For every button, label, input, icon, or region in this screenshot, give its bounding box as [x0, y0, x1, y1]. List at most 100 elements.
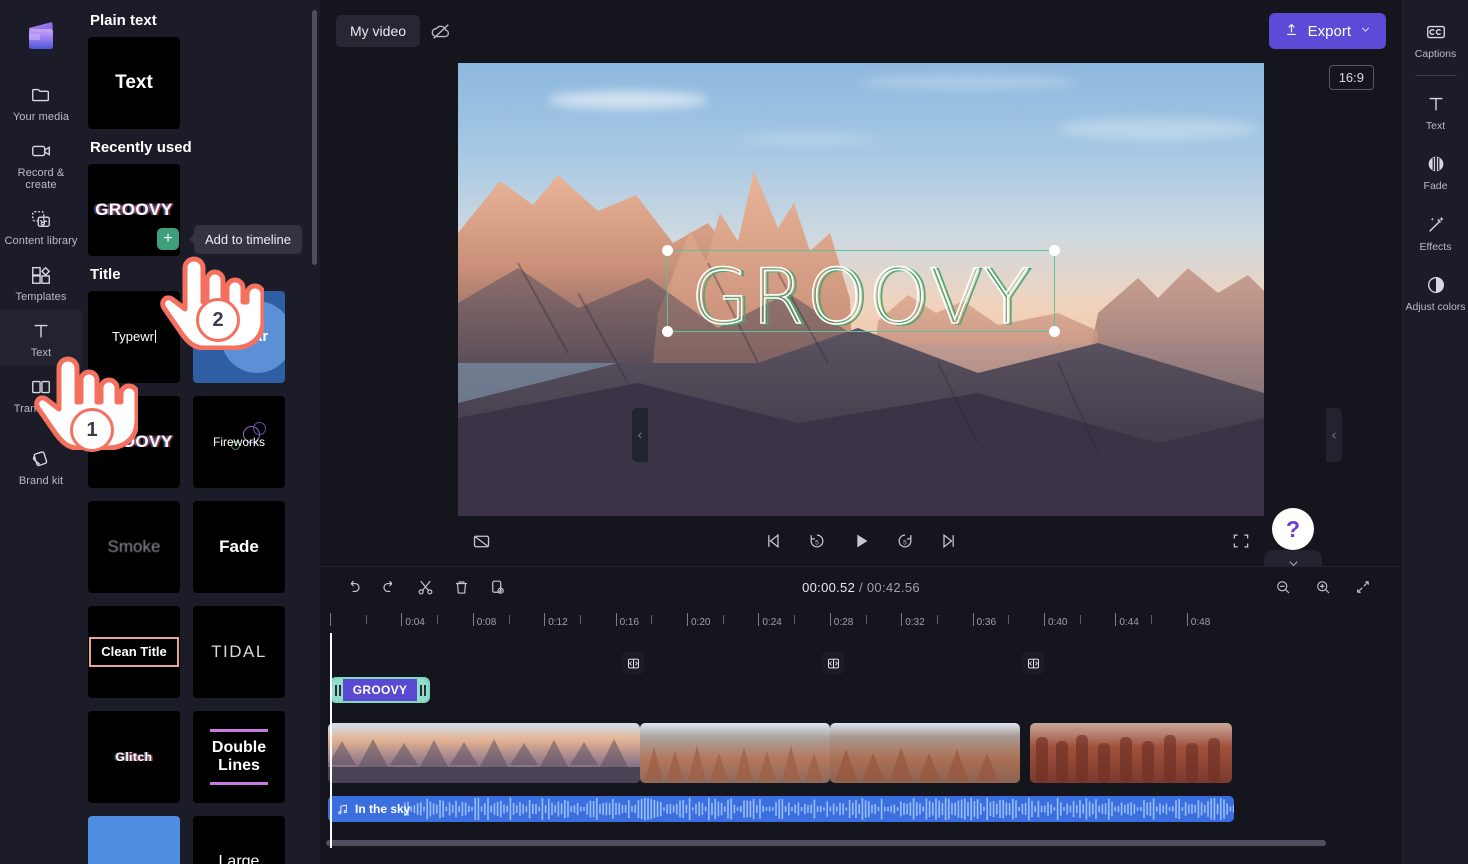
ruler-tick [615, 613, 617, 626]
collapse-right-panel-button[interactable] [1326, 408, 1342, 462]
title-card-typewriter[interactable]: Typewr [88, 291, 180, 383]
play-button[interactable] [848, 528, 874, 554]
fullscreen-button[interactable] [1228, 528, 1254, 554]
resize-handle-bottom-right[interactable] [1049, 326, 1060, 337]
text-library-panel: Plain text Text Recently used GROOVY + A… [82, 0, 320, 864]
fade-icon [1424, 152, 1448, 176]
right-rail-label: Text [1425, 119, 1446, 132]
title-card-clean-title[interactable]: Clean Title [88, 606, 180, 698]
collapse-left-panel-button[interactable] [632, 408, 648, 462]
video-clip-1[interactable] [328, 723, 640, 783]
title-card-tidal[interactable]: TIDAL [193, 606, 285, 698]
transition-marker-1[interactable] [622, 652, 644, 674]
resize-handle-top-left[interactable] [662, 245, 673, 256]
clip-trim-handle-right[interactable] [417, 679, 428, 701]
double-line-top [210, 729, 268, 732]
rewind-5-button[interactable]: 5 [804, 528, 830, 554]
video-clip-2[interactable] [640, 723, 830, 783]
title-card-double-lines[interactable]: Double Lines [193, 711, 285, 803]
skip-end-button[interactable] [936, 528, 962, 554]
title-card-large[interactable]: Large [193, 816, 285, 864]
preview-stage: 16:9 GROOVY GROOVY 5 5 ? [320, 62, 1402, 576]
ruler-tick [829, 613, 831, 626]
ruler-label: 0:04 [405, 617, 425, 628]
sidebar-item-transitions[interactable]: Transitions [0, 366, 82, 422]
card-label: Double Lines [211, 739, 267, 774]
zoom-out-button[interactable] [1268, 572, 1298, 602]
brand-kit-icon [29, 447, 53, 471]
fit-to-screen-button[interactable] [1348, 572, 1378, 602]
upload-icon [1283, 21, 1300, 42]
cloud-off-icon[interactable] [426, 16, 456, 46]
text-clip-groovy[interactable]: GROOVY [330, 677, 430, 703]
text-card-plain-text[interactable]: Text [88, 37, 180, 129]
right-rail-item-text[interactable]: Text [1403, 82, 1468, 143]
card-label: Fireworks [212, 434, 265, 449]
title-card-push-through[interactable]: PUSH THROUGH [88, 816, 180, 864]
undo-button[interactable] [338, 572, 368, 602]
step-badge-2: 2 [196, 298, 240, 342]
title-card-fireworks[interactable]: Fireworks [193, 396, 285, 488]
chevron-down-icon [1359, 23, 1372, 40]
text-t-icon [29, 319, 53, 343]
ruler-tick [579, 615, 581, 624]
toggle-overlay-button[interactable] [468, 528, 494, 554]
sidebar-item-record-create[interactable]: Record & create [0, 130, 82, 198]
delete-button[interactable] [446, 572, 476, 602]
chevron-left-icon [637, 431, 642, 439]
export-button[interactable]: Export [1268, 13, 1386, 49]
project-title-button[interactable]: My video [336, 15, 421, 47]
resize-handle-top-right[interactable] [1049, 245, 1060, 256]
duplicate-button[interactable] [482, 572, 512, 602]
sidebar-item-your-media[interactable]: Your media [0, 74, 82, 130]
ruler-tick [936, 615, 938, 624]
audio-waveform [404, 797, 1234, 821]
svg-text:5: 5 [903, 539, 907, 546]
audio-clip-in-the-sky[interactable]: In the sky [328, 796, 1234, 822]
timeline-scrollbar[interactable] [326, 840, 1326, 846]
split-button[interactable] [410, 572, 440, 602]
ruler-tick [758, 613, 760, 626]
video-clip-4[interactable] [1030, 723, 1232, 783]
help-button[interactable]: ? [1272, 508, 1314, 550]
ruler-tick [865, 615, 867, 624]
right-rail-item-adjust-colors[interactable]: Adjust colors [1403, 263, 1468, 324]
title-card-glitch[interactable]: Glitch [88, 711, 180, 803]
time-readout: 00:00.52 / 00:42.56 [802, 580, 920, 595]
transition-marker-2[interactable] [822, 652, 844, 674]
sidebar-item-templates[interactable]: Templates [0, 254, 82, 310]
chevron-left-icon [1331, 431, 1336, 439]
right-rail-item-effects[interactable]: Effects [1403, 203, 1468, 264]
right-rail-item-captions[interactable]: Captions [1403, 10, 1468, 71]
redo-button[interactable] [374, 572, 404, 602]
zoom-in-button[interactable] [1308, 572, 1338, 602]
forward-5-button[interactable]: 5 [892, 528, 918, 554]
video-clip-3[interactable] [830, 723, 1020, 783]
transition-marker-3[interactable] [1022, 652, 1044, 674]
aspect-ratio-button[interactable]: 16:9 [1328, 65, 1374, 90]
ruler-label: 0:28 [833, 617, 854, 628]
card-label: TIDAL [211, 641, 267, 661]
sidebar-item-content-library[interactable]: Content library [0, 198, 82, 254]
sidebar-item-text[interactable]: Text [0, 310, 82, 366]
playhead[interactable] [330, 633, 332, 848]
clip-thumbnails [1030, 723, 1232, 783]
cc-icon [1424, 20, 1448, 44]
add-to-timeline-button[interactable]: + [157, 228, 179, 250]
title-card-smoke[interactable]: Smoke [88, 501, 180, 593]
clipchamp-logo[interactable] [21, 16, 61, 56]
panel-scrollbar[interactable] [312, 10, 317, 265]
skip-start-button[interactable] [760, 528, 786, 554]
section-heading-recently-used: Recently used [90, 139, 192, 156]
text-selection-box[interactable] [667, 250, 1055, 332]
sidebar-item-brand-kit[interactable]: Brand kit [0, 438, 82, 494]
video-preview[interactable]: GROOVY GROOVY [458, 63, 1264, 516]
ruler-tick [508, 615, 510, 624]
resize-handle-bottom-left[interactable] [662, 326, 673, 337]
ruler-label: 0:36 [976, 617, 997, 628]
clip-trim-handle-left[interactable] [332, 679, 343, 701]
right-rail-item-fade[interactable]: Fade [1403, 142, 1468, 203]
ruler-tick [1151, 615, 1153, 624]
title-card-fade[interactable]: Fade [193, 501, 285, 593]
timeline-ruler[interactable]: 0:04 0:08 0:12 0:16 0:20 0:24 0:28 0:32 0:36 0:40… [320, 607, 1402, 633]
